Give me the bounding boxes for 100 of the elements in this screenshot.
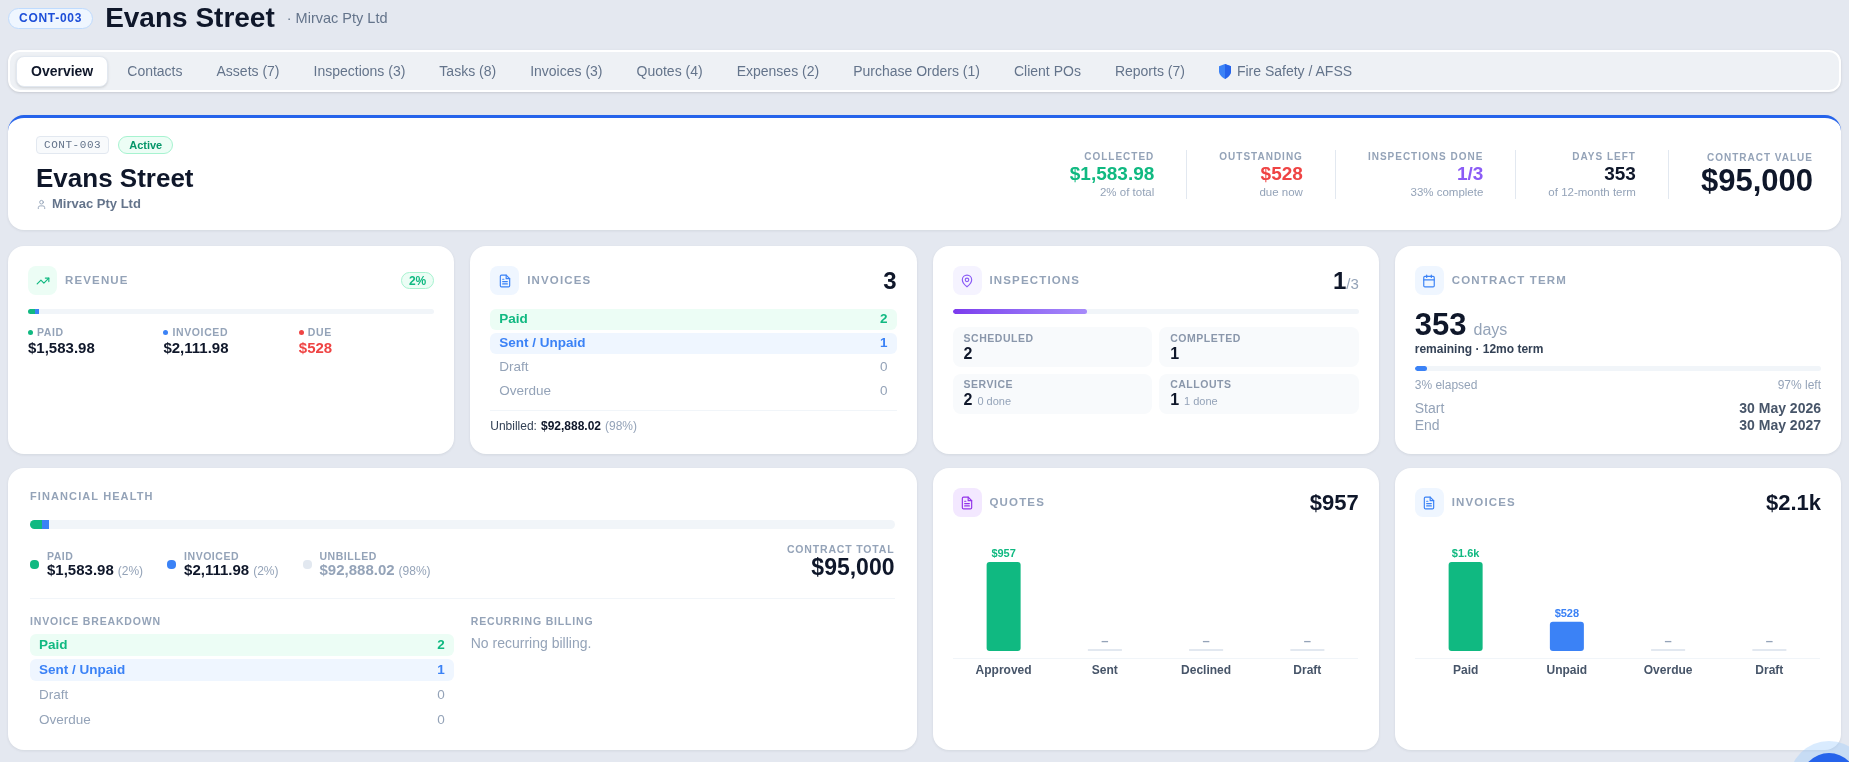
trending-up-icon xyxy=(28,266,57,295)
tab[interactable]: Quotes (4) xyxy=(621,55,718,87)
elapsed-label: 3% elapsed xyxy=(1414,378,1478,392)
stat-note: 2% of total xyxy=(1099,184,1155,199)
tile-note: 0 done xyxy=(977,394,1012,410)
status-badge: Active xyxy=(118,136,174,154)
contract-total-label: CONTRACT TOTAL xyxy=(786,543,895,555)
legend-label: PAID xyxy=(47,550,75,562)
percentage-badge: 2% xyxy=(400,272,435,289)
unbilled-label: Unbilled: xyxy=(490,419,537,433)
stat-value: $95,000 xyxy=(1700,163,1813,198)
legend-label: INVOICED xyxy=(184,550,241,562)
card-title: INSPECTIONS xyxy=(989,272,1081,288)
calendar-icon xyxy=(1414,266,1444,295)
date-value: 30 May 2026 xyxy=(1739,400,1821,417)
status-count: 0 xyxy=(437,685,445,704)
empty-message: No recurring billing. xyxy=(470,634,593,652)
tab[interactable]: Purchase Orders (1) xyxy=(838,55,995,87)
inspections-total: /3 xyxy=(1346,275,1359,291)
status-count: 0 xyxy=(880,358,888,377)
status-label: Draft xyxy=(499,358,529,377)
date-label: Start xyxy=(1414,400,1445,417)
tile-value: 2 xyxy=(963,391,973,410)
stat-note: 33% complete xyxy=(1410,184,1484,199)
bar-value-label: – xyxy=(1303,633,1311,648)
tab[interactable]: Client POs xyxy=(998,55,1096,87)
stat-label: DAYS LEFT xyxy=(1572,149,1636,163)
card-title: QUOTES xyxy=(989,494,1045,510)
contract-total-value: $95,000 xyxy=(811,555,895,579)
legend-label: DUE xyxy=(307,326,332,339)
days-remaining-value: 353 xyxy=(1414,310,1467,340)
document-icon xyxy=(1414,488,1444,517)
bar-value-label: $957 xyxy=(990,547,1016,559)
legend-share: (98%) xyxy=(398,563,431,579)
stat-label: INSPECTIONS DONE xyxy=(1367,149,1484,163)
legend-share: (2%) xyxy=(253,563,279,579)
chart-total: $2.1k xyxy=(1765,491,1821,514)
bar-value-label: – xyxy=(1202,633,1210,648)
tab[interactable]: Assets (7) xyxy=(201,55,295,87)
category-label: Overdue xyxy=(1643,663,1693,677)
status-label: Paid xyxy=(39,635,68,654)
status-label: Paid xyxy=(499,310,528,329)
tab[interactable]: Contacts xyxy=(112,55,198,87)
status-count: 0 xyxy=(437,710,445,729)
legend-value: $1,583.98 xyxy=(28,339,96,357)
tab[interactable]: Expenses (2) xyxy=(721,55,835,87)
tile-note: 1 done xyxy=(1184,394,1218,410)
status-count: 1 xyxy=(880,334,888,353)
legend-value: $528 xyxy=(298,339,334,357)
bar-value-label: $528 xyxy=(1554,606,1579,619)
chart-total: $957 xyxy=(1309,491,1359,514)
date-label: End xyxy=(1414,417,1440,434)
stat-value: $1,583.98 xyxy=(1069,162,1155,185)
tab[interactable]: Tasks (8) xyxy=(424,55,512,87)
stat-value: 353 xyxy=(1604,162,1636,185)
status-label: Sent / Unpaid xyxy=(499,334,586,353)
card-title: INVOICES xyxy=(527,272,592,288)
contract-code-badge: CONT-003 xyxy=(8,7,94,29)
document-icon xyxy=(952,488,982,517)
status-label: Overdue xyxy=(39,710,91,729)
stat-value: $528 xyxy=(1260,162,1303,185)
map-pin-icon xyxy=(952,266,982,295)
category-label: Draft xyxy=(1755,663,1784,677)
tile-label: SCHEDULED xyxy=(963,331,1035,345)
inspections-done-count: 1 xyxy=(1332,268,1347,293)
legend-label: UNBILLED xyxy=(319,550,378,562)
unbilled-amount: $92,888.02 xyxy=(540,419,601,433)
tile-value: 1 xyxy=(1170,391,1180,410)
date-value: 30 May 2027 xyxy=(1739,417,1821,434)
category-label: Declined xyxy=(1180,663,1231,677)
tile-value: 1 xyxy=(1170,344,1180,363)
status-label: Draft xyxy=(39,685,69,704)
stat-note: due now xyxy=(1259,184,1303,199)
legend-value: $2,111.98 xyxy=(163,339,230,357)
legend-share: (2%) xyxy=(117,563,144,579)
client-subtitle: · Mirvac Pty Ltd xyxy=(286,9,388,29)
card-title: CONTRACT TERM xyxy=(1451,272,1567,288)
status-label: Sent / Unpaid xyxy=(39,660,126,679)
tab[interactable]: Fire Safety / AFSS xyxy=(1203,55,1368,87)
bar-value-label: – xyxy=(1664,633,1672,648)
shield-icon xyxy=(1218,63,1231,79)
remaining-label: 97% left xyxy=(1777,378,1821,392)
section-title: RECURRING BILLING xyxy=(470,615,595,627)
tab[interactable]: Reports (7) xyxy=(1099,55,1200,87)
category-label: Unpaid xyxy=(1546,663,1587,677)
term-caption: remaining · 12mo term xyxy=(1414,342,1545,356)
tab[interactable]: Inspections (3) xyxy=(298,55,421,87)
contract-code-badge: CONT-003 xyxy=(36,136,110,154)
tab[interactable]: Invoices (3) xyxy=(515,55,618,87)
category-label: Approved xyxy=(975,663,1032,677)
card-title: INVOICES xyxy=(1451,494,1516,510)
invoice-count: 3 xyxy=(883,268,897,293)
legend-value: $2,111.98 xyxy=(184,562,250,578)
status-count: 1 xyxy=(437,660,445,679)
page-title: Evans Street xyxy=(105,3,275,33)
legend-label: PAID xyxy=(37,326,64,339)
card-title: FINANCIAL HEALTH xyxy=(30,489,155,503)
tab[interactable]: Overview xyxy=(16,55,109,87)
status-count: 0 xyxy=(880,382,888,401)
stat-label: COLLECTED xyxy=(1084,149,1155,163)
